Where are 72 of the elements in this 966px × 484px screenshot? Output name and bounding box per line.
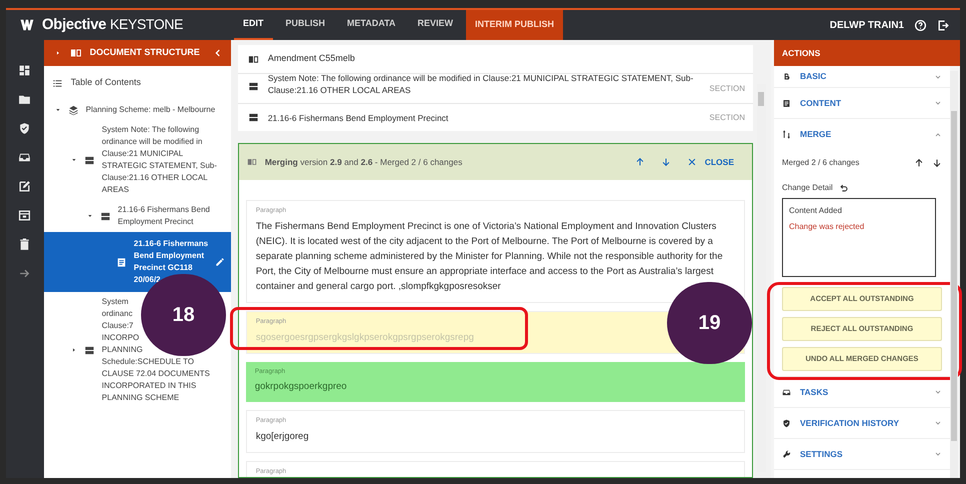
help-icon[interactable] <box>914 18 927 32</box>
change-detail-label: Change Detail <box>782 182 833 194</box>
tree-item[interactable]: System ordinanc Clause:7 INCORPO PLANNING Schedule:SCHEDULE TO CLAUSE 72.04 DOCUMENTS INCORPORATED IN THIS PLANNING SCHEME 18 <box>44 292 231 408</box>
chevron-down-icon <box>934 99 942 107</box>
up-arrow-icon[interactable] <box>914 158 924 168</box>
paragraph-text[interactable]: gokrpokgspoerkgpreo <box>254 379 347 394</box>
tray-icon <box>782 388 791 396</box>
section-icon <box>248 81 259 92</box>
accordion-header[interactable]: SETTINGS <box>774 439 950 470</box>
undo-icon[interactable] <box>838 183 849 193</box>
book-icon <box>70 47 82 59</box>
edit-icon[interactable] <box>18 180 32 193</box>
toc-label[interactable]: Table of Contents <box>70 76 141 90</box>
shield-check-icon[interactable] <box>18 122 32 135</box>
accordion-header[interactable]: MERGE <box>774 119 950 150</box>
folder-icon[interactable] <box>18 93 32 106</box>
panel-title: ACTIONS <box>782 46 820 60</box>
chevron-down-icon <box>934 388 942 396</box>
change-status: Change was rejected <box>788 221 866 233</box>
pencil-icon[interactable] <box>214 257 225 267</box>
tray-icon[interactable] <box>18 151 32 164</box>
chevron-down-icon <box>934 450 942 458</box>
compare-icon <box>246 157 257 167</box>
tree-item[interactable]: Planning Scheme: melb - Melbourne <box>44 100 231 120</box>
document-title: Amendment C55melb <box>268 52 355 66</box>
list-icon <box>52 78 63 88</box>
shield-check-icon <box>782 418 791 428</box>
merge-summary: Merged 2 / 6 changes <box>782 157 860 169</box>
panel-title: DOCUMENT STRUCTURE <box>90 46 200 60</box>
layers-icon <box>68 104 79 116</box>
section-icon <box>248 112 259 123</box>
chevron-down-icon <box>934 72 942 80</box>
section-row[interactable]: 21.16-6 Fishermans Bend Employment Precinct SECTION <box>238 103 753 131</box>
section-row[interactable]: System Note: The following ordinance will be modified in Clause:21 MUNICIPAL STRATEGIC STATEMENT, Sub-Clause:21.16 OTHER LOCAL AREAS SECTION <box>238 73 753 103</box>
nav-tab[interactable]: REVIEW <box>408 10 462 40</box>
scrollbar[interactable] <box>950 71 958 478</box>
accordion-header[interactable]: VERIFICATION HISTORY <box>774 408 950 439</box>
change-title: Content Added <box>788 205 843 217</box>
dashboard-icon[interactable] <box>18 64 32 77</box>
accordion-header[interactable]: CONTENT <box>774 88 950 119</box>
section-icon <box>84 344 95 356</box>
logo-icon <box>18 18 36 32</box>
chevron-down-icon <box>934 419 942 427</box>
paragraph-text[interactable]: kgo[erjgoreg <box>256 429 309 444</box>
trash-icon[interactable] <box>18 238 32 251</box>
nav-tab[interactable]: PUBLISH <box>276 10 334 40</box>
archive-icon[interactable] <box>18 209 32 222</box>
book-icon <box>248 54 259 64</box>
merge-icon <box>782 130 791 139</box>
chevron-up-icon <box>934 130 942 138</box>
arrow-right-icon[interactable] <box>18 267 32 280</box>
down-arrow-icon[interactable] <box>932 158 942 168</box>
section-icon <box>84 154 95 166</box>
section-icon <box>100 210 111 222</box>
document-icon <box>116 256 127 268</box>
accordion-header[interactable]: TASKS <box>774 377 950 408</box>
accordion-header[interactable]: BASIC <box>774 66 950 88</box>
user-name[interactable]: DELWP TRAIN1 <box>830 18 904 32</box>
tree-item[interactable]: 21.16-6 Fishermans Bend Employment Precinct GC118 20/06/2 <box>44 232 231 292</box>
document-icon <box>782 98 791 108</box>
close-icon[interactable] <box>686 157 697 167</box>
merge-status: Merging version 2.9 and 2.6 - Merged 2 / 6 changes <box>264 156 462 168</box>
logout-icon[interactable] <box>937 18 950 32</box>
logo-text: Objective KEYSTONE <box>42 14 183 35</box>
tree-item[interactable]: 21.16-6 Fishermans Bend Employment Precinct <box>44 200 231 232</box>
close-button[interactable]: CLOSE <box>704 156 734 168</box>
wrench-icon <box>782 450 791 458</box>
paragraph-card[interactable] <box>246 200 745 303</box>
bold-icon <box>782 72 791 81</box>
nav-tab[interactable]: METADATA <box>338 10 405 40</box>
nav-tab[interactable]: INTERIM PUBLISH <box>466 10 564 40</box>
tree-item[interactable]: System Note: The following ordinance will be modified in Clause:21 MUNICIPAL STRATEGIC STATEMENT, Sub-Clause:21.16 OTHER LOCAL AREAS <box>44 120 231 200</box>
